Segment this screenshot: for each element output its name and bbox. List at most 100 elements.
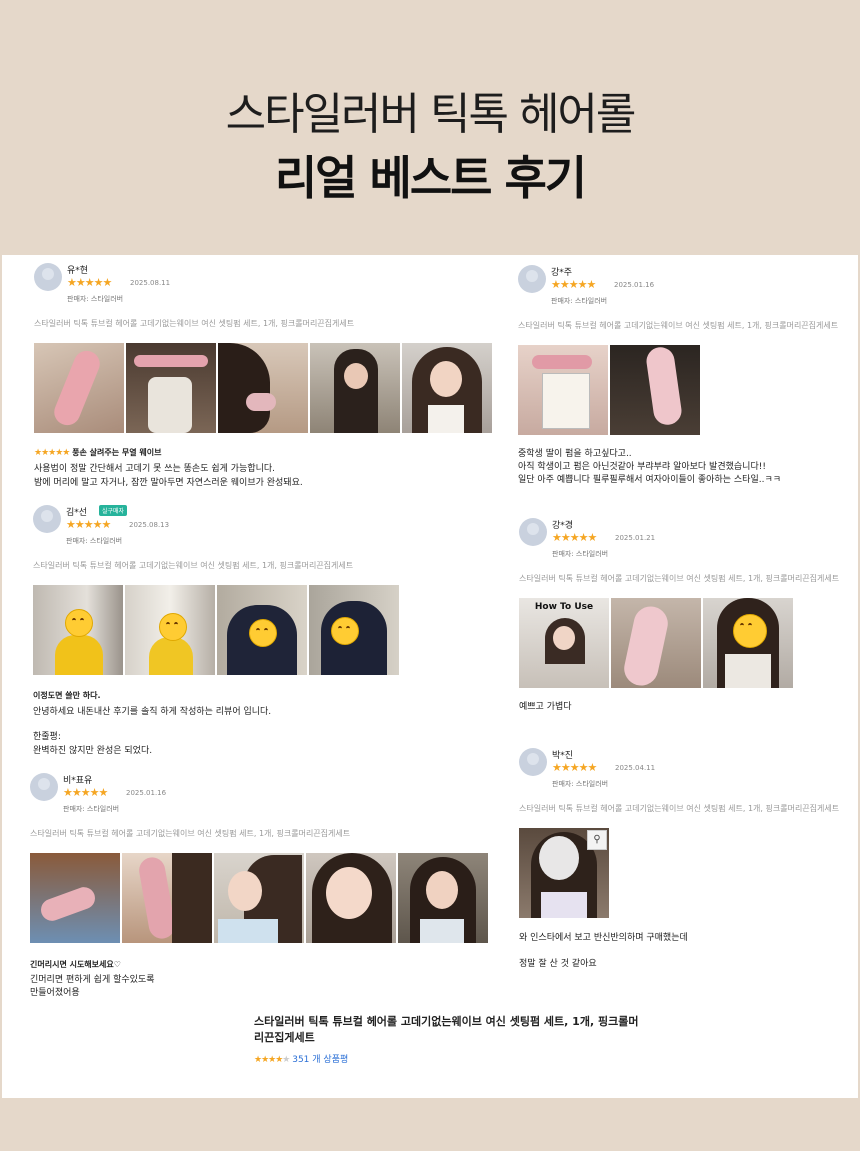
review-text-line: 정말 잘 산 것 같아요 [519,959,597,969]
review-headline: 긴머리시면 시도해보세요♡ [30,960,121,969]
avatar [518,265,546,293]
seller-label: 판매자: 스타일러버 [552,780,609,788]
review-photo[interactable] [703,598,793,688]
emoji-sticker [65,609,93,637]
review-photo[interactable] [217,585,307,675]
product-option: 스타일러버 틱톡 튜브컬 헤어롤 고데기없는웨이브 여신 셋팅펌 세트, 1개,… [518,321,839,330]
review-photo[interactable] [126,343,216,433]
avatar [33,505,61,533]
review-photo[interactable]: ⚲ [519,828,609,918]
review-headline: ★★★★★ 풍손 살려주는 무열 웨이브 [34,446,161,460]
product-option: 스타일러버 틱톡 튜브컬 헤어롤 고데기없는웨이브 여신 셋팅펌 세트, 1개,… [34,319,355,328]
review-photo[interactable] [30,853,120,943]
review-card: 유*현 ★★★★★ 2025.08.11 판매자: 스타일러버 스타일러버 틱톡… [34,263,504,493]
review-card: 비*표유 ★★★★★ 2025.01.16 판매자: 스타일러버 스타일러버 틱… [30,773,500,1008]
review-photos [30,853,488,943]
review-photo[interactable] [309,585,399,675]
emoji-sticker [249,619,277,647]
review-date: 2025.01.16 [126,789,167,797]
review-photo[interactable] [402,343,492,433]
reviewer-name: 비*표유 [63,776,93,786]
product-title[interactable]: 스타일러버 틱톡 튜브컬 헤어롤 고데기없는웨이브 여신 셋팅펌 세트, 1개,… [254,1014,644,1046]
hero-subtitle: 리얼 베스트 후기 [274,151,587,205]
review-photo[interactable] [218,343,308,433]
review-photos [33,585,399,675]
seller-label: 판매자: 스타일러버 [63,805,120,813]
review-card: 강*경 ★★★★★ 2025.01.21 판매자: 스타일러버 스타일러버 틱톡… [519,518,849,718]
review-photo[interactable] [310,343,400,433]
emoji-sticker [159,613,187,641]
reviewer-name: 유*현 [67,266,89,276]
review-text-line: 완벽하진 않지만 완성은 되었다. [33,746,153,756]
review-date: 2025.04.11 [615,764,656,772]
review-text-line: 일단 아주 예쁩니다 필루필루해서 여자아이들이 좋아하는 스타일..ㅋㅋ [518,475,782,485]
review-photo[interactable] [214,853,304,943]
reviewer-name: 강*경 [552,521,574,531]
rating-stars: ★★★★★ [63,786,108,799]
seller-label: 판매자: 스타일러버 [552,550,609,558]
headline-text: 풍손 살려주는 무열 웨이브 [72,448,162,457]
review-card: 김*선 실구매자 ★★★★★ 2025.08.13 판매자: 스타일러버 스타일… [33,505,503,760]
hero-banner: 스타일러버 틱톡 헤어롤 리얼 베스트 후기 [0,0,860,255]
seller-label: 판매자: 스타일러버 [66,537,123,545]
review-photo[interactable]: How To Use [519,598,609,688]
review-date: 2025.08.11 [130,279,171,287]
review-photo[interactable] [611,598,701,688]
review-count-link[interactable]: 351 개 상품평 [292,1055,348,1065]
zoom-icon[interactable]: ⚲ [587,830,607,850]
review-headline: 이정도면 쓸만 하다. [33,691,101,700]
reviewer-name: 박*진 [552,751,574,761]
product-option: 스타일러버 틱톡 튜브컬 헤어롤 고데기없는웨이브 여신 셋팅펌 세트, 1개,… [33,561,354,570]
avatar [519,748,547,776]
emoji-sticker [331,617,359,645]
buyer-badge: 실구매자 [99,505,128,516]
review-photo[interactable] [125,585,215,675]
hero-title: 스타일러버 틱톡 헤어롤 [225,89,637,140]
review-card: 박*진 ★★★★★ 2025.04.11 판매자: 스타일러버 스타일러버 틱톡… [519,748,849,978]
rating-stars: ★★★★★ [551,278,596,291]
review-photos: ⚲ [519,828,609,918]
avatar [30,773,58,801]
emoji-sticker [733,614,767,648]
product-option: 스타일러버 틱톡 튜브컬 헤어롤 고데기없는웨이브 여신 셋팅펌 세트, 1개,… [30,829,351,838]
reviewer-name: 김*선 [66,508,88,518]
review-date: 2025.01.16 [614,281,655,289]
review-text-line: 예쁘고 가볍다 [519,702,572,712]
review-card: 강*주 ★★★★★ 2025.01.16 판매자: 스타일러버 스타일러버 틱톡… [518,265,848,490]
seller-label: 판매자: 스타일러버 [67,295,124,303]
review-text-line: 아직 학생이고 펌은 아닌것같아 부랴부랴 알아보다 발견했습니다!! [518,462,766,472]
review-photo[interactable] [306,853,396,943]
product-option: 스타일러버 틱톡 튜브컬 헤어롤 고데기없는웨이브 여신 셋팅펌 세트, 1개,… [519,804,840,813]
seller-label: 판매자: 스타일러버 [551,297,608,305]
review-date: 2025.08.13 [129,521,170,529]
review-text-line: 밤에 머리에 말고 자거나, 잠깐 말아두면 자연스러운 웨이브가 완성돼요. [34,478,303,488]
rating-stars: ★★★★★ [66,518,111,531]
review-text-line: 안녕하세요 내돈내산 후기를 솔직 하게 작성하는 리뷰어 입니다. [33,707,272,717]
review-text-line: 한줄평: [33,732,61,742]
photo-caption: How To Use [534,602,594,612]
product-rating[interactable]: ★★★★★ 351 개 상품평 [254,1052,348,1065]
headline-stars: ★★★★★ [34,448,70,458]
review-photo[interactable] [34,343,124,433]
product-option: 스타일러버 틱톡 튜브컬 헤어롤 고데기없는웨이브 여신 셋팅펌 세트, 1개,… [519,574,840,583]
review-text-line: 긴머리면 편하게 쉽게 할수있도록 [30,975,155,985]
avatar [34,263,62,291]
review-photo[interactable] [518,345,608,435]
review-photo[interactable] [398,853,488,943]
review-photo[interactable] [122,853,212,943]
rating-stars: ★★★★★ [67,276,112,289]
review-text-line: 사용법이 정말 간단해서 고데기 못 쓰는 똥손도 쉽게 가능합니다. [34,464,276,474]
review-photo[interactable] [33,585,123,675]
reviewer-name: 강*주 [551,268,573,278]
rating-stars: ★★★★★ [254,1055,290,1065]
review-date: 2025.01.21 [615,534,656,542]
review-photo[interactable] [610,345,700,435]
rating-stars: ★★★★★ [552,531,597,544]
rating-stars: ★★★★★ [552,761,597,774]
review-text-line: 중학생 딸이 펌을 하고싶다고.. [518,449,632,459]
review-text-line: 만들어졌어용 [30,988,80,998]
review-photos [518,345,700,435]
avatar [519,518,547,546]
review-photos: How To Use [519,598,793,688]
review-text-line: 와 인스타에서 보고 반신반의하며 구매했는데 [519,933,688,943]
